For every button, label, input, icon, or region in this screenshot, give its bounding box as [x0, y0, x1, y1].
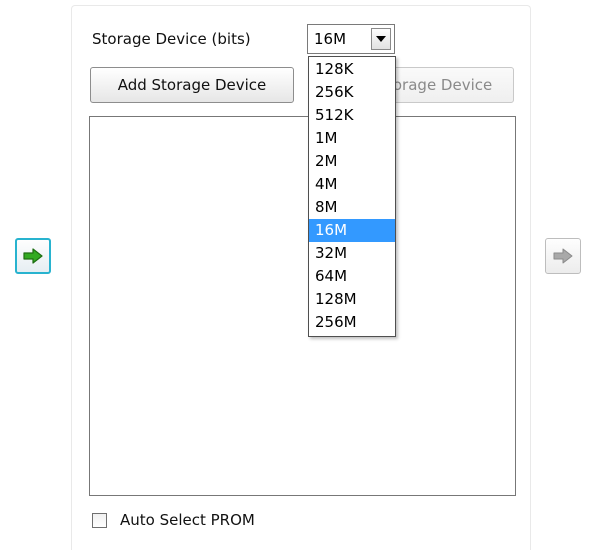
- arrow-right-green-icon: [23, 248, 43, 264]
- auto-select-prom-row: Auto Select PROM: [92, 511, 255, 529]
- dropdown-option[interactable]: 8M: [309, 196, 395, 219]
- dropdown-option[interactable]: 128K: [309, 58, 395, 81]
- storage-device-list[interactable]: [89, 116, 516, 496]
- arrow-right-gray-icon: [553, 248, 573, 264]
- add-storage-device-button[interactable]: Add Storage Device: [90, 67, 294, 103]
- dropdown-option[interactable]: 512K: [309, 104, 395, 127]
- dropdown-option[interactable]: 256K: [309, 81, 395, 104]
- storage-size-select[interactable]: 16M: [307, 24, 395, 54]
- dropdown-option[interactable]: 16M: [309, 219, 395, 242]
- storage-device-label: Storage Device (bits): [92, 30, 251, 48]
- move-right-disabled-button[interactable]: [545, 238, 581, 274]
- auto-select-prom-checkbox[interactable]: [92, 512, 107, 528]
- dropdown-option[interactable]: 1M: [309, 127, 395, 150]
- remove-storage-device-button[interactable]: torage Device: [380, 67, 514, 103]
- dropdown-option[interactable]: 64M: [309, 265, 395, 288]
- auto-select-prom-label[interactable]: Auto Select PROM: [120, 511, 255, 529]
- storage-size-dropdown-list[interactable]: 128K 256K 512K 1M 2M 4M 8M 16M 32M 64M 128M 256M: [308, 56, 396, 337]
- dropdown-option[interactable]: 32M: [309, 242, 395, 265]
- dropdown-option[interactable]: 256M: [309, 311, 395, 334]
- storage-size-select-value: 16M: [314, 30, 347, 48]
- move-right-button[interactable]: [15, 238, 51, 274]
- dropdown-option[interactable]: 128M: [309, 288, 395, 311]
- chevron-down-icon: [376, 36, 386, 42]
- dropdown-option[interactable]: 4M: [309, 173, 395, 196]
- dropdown-option[interactable]: 2M: [309, 150, 395, 173]
- dropdown-toggle-button[interactable]: [371, 28, 391, 50]
